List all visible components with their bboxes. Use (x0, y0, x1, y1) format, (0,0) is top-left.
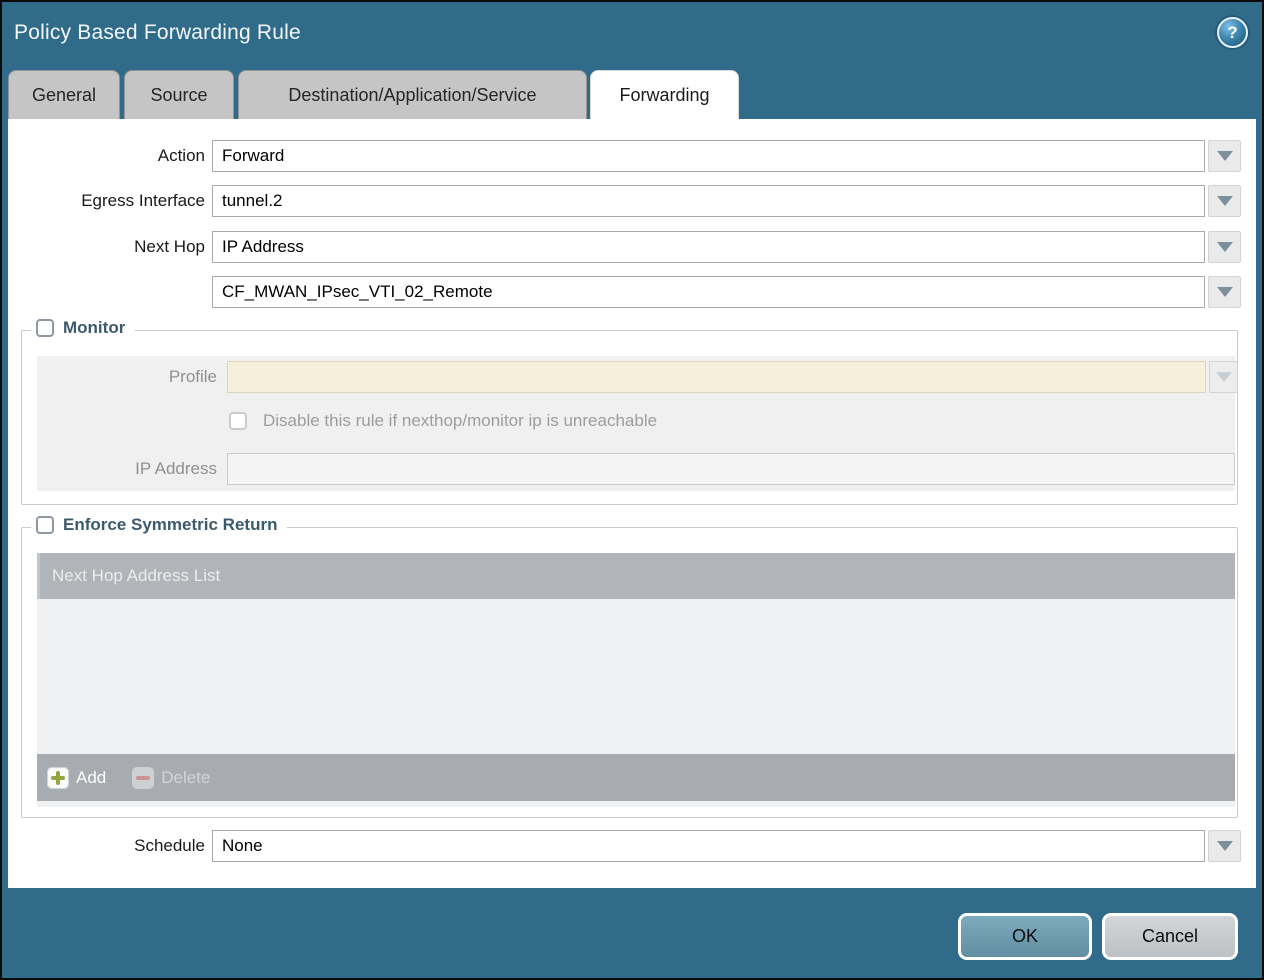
profile-select (227, 361, 1206, 393)
action-label: Action (8, 140, 205, 172)
cancel-button[interactable]: Cancel (1102, 913, 1238, 960)
disable-rule-label: Disable this rule if nexthop/monitor ip … (263, 410, 657, 432)
pbf-rule-dialog: Policy Based Forwarding Rule ? General S… (0, 0, 1264, 980)
egress-interface-label: Egress Interface (8, 185, 205, 217)
action-dropdown-button[interactable] (1208, 140, 1241, 172)
next-hop-address-list-table: Next Hop Address List Add Delete (37, 553, 1235, 807)
enforce-symmetric-return-group: Enforce Symmetric Return Next Hop Addres… (21, 527, 1238, 818)
chevron-down-icon (1217, 242, 1233, 252)
next-hop-address-list-header: Next Hop Address List (37, 553, 1235, 599)
next-hop-address-dropdown-button[interactable] (1208, 276, 1241, 308)
next-hop-address-list-body (37, 599, 1235, 754)
enforce-symmetric-return-legend: Enforce Symmetric Return (31, 515, 287, 535)
chevron-down-icon (1216, 372, 1232, 382)
monitor-ip-address-input (227, 453, 1235, 485)
egress-interface-select[interactable]: tunnel.2 (212, 185, 1205, 217)
monitor-legend-label: Monitor (63, 318, 125, 338)
monitor-legend: Monitor (31, 318, 135, 338)
ok-button[interactable]: OK (958, 913, 1092, 960)
enforce-symmetric-return-legend-label: Enforce Symmetric Return (63, 515, 277, 535)
next-hop-address-list-toolbar: Add Delete (37, 754, 1235, 801)
monitor-ip-address-label: IP Address (22, 453, 217, 485)
next-hop-label: Next Hop (8, 231, 205, 263)
chevron-down-icon (1217, 151, 1233, 161)
schedule-dropdown-button[interactable] (1208, 830, 1241, 862)
delete-icon (132, 767, 154, 789)
next-hop-address-select[interactable]: CF_MWAN_IPsec_VTI_02_Remote (212, 276, 1205, 308)
add-button[interactable]: Add (47, 767, 106, 789)
profile-label: Profile (22, 361, 217, 393)
monitor-group: Monitor Profile Disable this rule if nex… (21, 330, 1238, 505)
dialog-title: Policy Based Forwarding Rule (14, 21, 301, 45)
chevron-down-icon (1217, 287, 1233, 297)
schedule-label: Schedule (8, 830, 205, 862)
delete-button-label: Delete (161, 768, 210, 788)
chevron-down-icon (1217, 841, 1233, 851)
tab-forwarding[interactable]: Forwarding (590, 70, 739, 120)
schedule-select[interactable]: None (212, 830, 1205, 862)
add-icon (47, 767, 69, 789)
disable-rule-checkbox (229, 412, 247, 430)
delete-button: Delete (132, 767, 210, 789)
profile-dropdown-button (1209, 361, 1238, 393)
help-icon[interactable]: ? (1217, 17, 1248, 48)
help-question-glyph: ? (1227, 24, 1237, 41)
next-hop-type-select[interactable]: IP Address (212, 231, 1205, 263)
monitor-checkbox[interactable] (36, 319, 54, 337)
tab-source[interactable]: Source (124, 70, 234, 119)
egress-interface-dropdown-button[interactable] (1208, 185, 1241, 217)
next-hop-address-list-footer-strip (37, 801, 1235, 807)
enforce-symmetric-return-checkbox[interactable] (36, 516, 54, 534)
add-button-label: Add (76, 768, 106, 788)
chevron-down-icon (1217, 196, 1233, 206)
tab-general[interactable]: General (8, 70, 120, 119)
tab-destination-application-service[interactable]: Destination/Application/Service (238, 70, 587, 119)
next-hop-dropdown-button[interactable] (1208, 231, 1241, 263)
action-select[interactable]: Forward (212, 140, 1205, 172)
forwarding-tab-panel: Action Forward Egress Interface tunnel.2… (8, 119, 1256, 888)
